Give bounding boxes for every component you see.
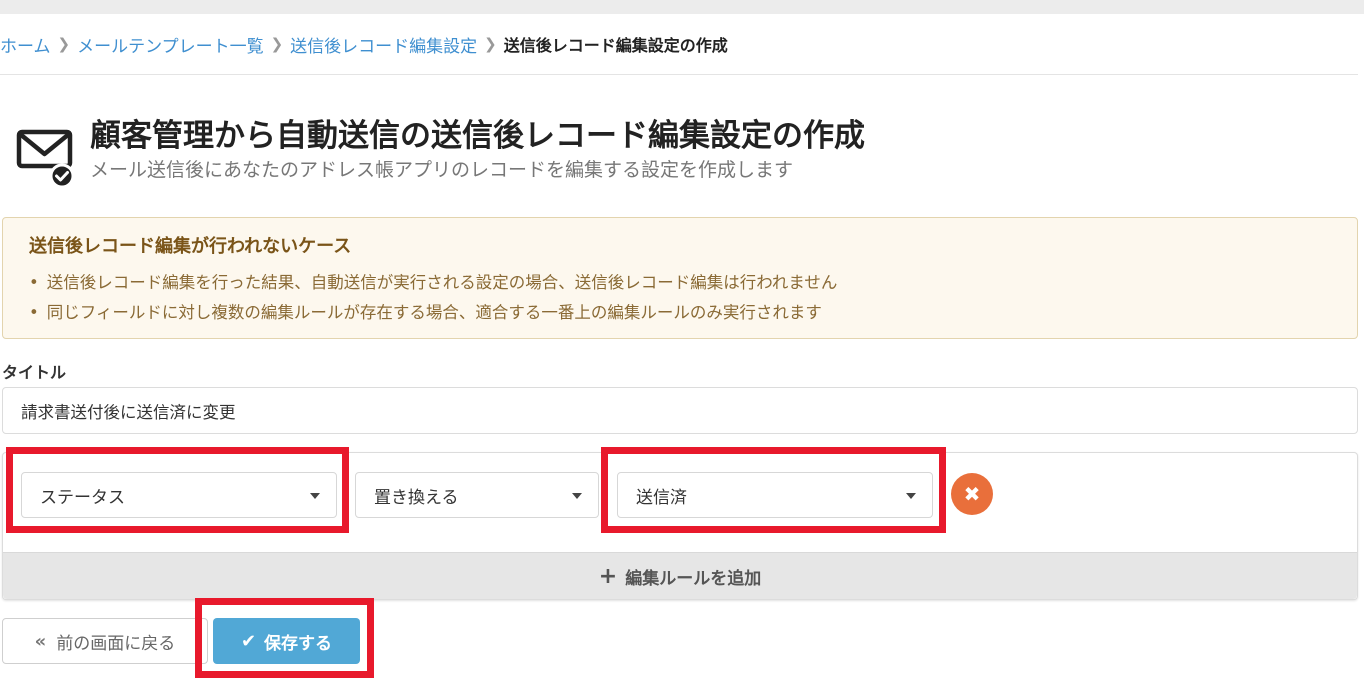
notice-title: 送信後レコード編集が行われないケース [29,236,352,257]
breadcrumb-divider [0,74,1358,75]
title-input[interactable] [2,387,1358,434]
add-rule-button[interactable]: + 編集ルールを追加 [3,552,1357,599]
notice-list: 送信後レコード編集を行った結果、自動送信が実行される設定の場合、送信後レコード編… [29,268,838,328]
top-bar [0,0,1364,14]
check-icon: ✔ [240,630,257,652]
chevron-right-icon: ❯ [484,35,497,53]
edit-rules-panel: ステータス 置き換える 送信済 ✖ + 編集ルールを追加 [2,452,1358,600]
breadcrumb-mail-templates-link[interactable]: メールテンプレート一覧 [77,32,264,57]
caret-down-icon [310,493,320,499]
breadcrumb-current: 送信後レコード編集設定の作成 [503,36,728,55]
add-rule-label: 編集ルールを追加 [625,568,762,589]
breadcrumb-record-edit-settings-link[interactable]: 送信後レコード編集設定 [290,32,477,57]
back-button-label: 前の画面に戻る [56,633,176,654]
double-chevron-left-icon: « [34,630,47,652]
breadcrumb-home-link[interactable]: ホーム [0,32,51,57]
close-icon: ✖ [963,482,981,506]
page-title: 顧客管理から自動送信の送信後レコード編集設定の作成 [90,118,865,154]
save-button[interactable]: ✔ 保存する [213,618,360,664]
back-button[interactable]: « 前の画面に戻る [2,618,208,664]
rule-operation-select[interactable]: 置き換える [355,472,599,518]
rule-value-value: 送信済 [636,487,687,508]
chevron-right-icon: ❯ [57,35,71,53]
caret-down-icon [906,493,916,499]
rule-value-select[interactable]: 送信済 [617,472,933,518]
page-subtitle: メール送信後にあなたのアドレス帳アプリのレコードを編集する設定を作成します [90,159,794,181]
title-label: タイトル [2,363,67,382]
rule-operation-value: 置き換える [374,487,459,508]
warning-notice: 送信後レコード編集が行われないケース 送信後レコード編集を行った結果、自動送信が… [2,217,1358,339]
chevron-right-icon: ❯ [270,35,284,53]
notice-item: 送信後レコード編集を行った結果、自動送信が実行される設定の場合、送信後レコード編… [29,268,838,298]
breadcrumb: ホーム ❯ メールテンプレート一覧 ❯ 送信後レコード編集設定 ❯ 送信後レコー… [0,32,728,57]
notice-item: 同じフィールドに対し複数の編集ルールが存在する場合、適合する一番上の編集ルールの… [29,298,837,328]
plus-icon: + [598,563,618,589]
rule-field-value: ステータス [40,487,125,508]
remove-rule-button[interactable]: ✖ [951,473,993,515]
caret-down-icon [572,493,582,499]
mail-check-icon [16,129,75,188]
rule-field-select[interactable]: ステータス [21,472,337,518]
save-button-label: 保存する [264,633,333,654]
